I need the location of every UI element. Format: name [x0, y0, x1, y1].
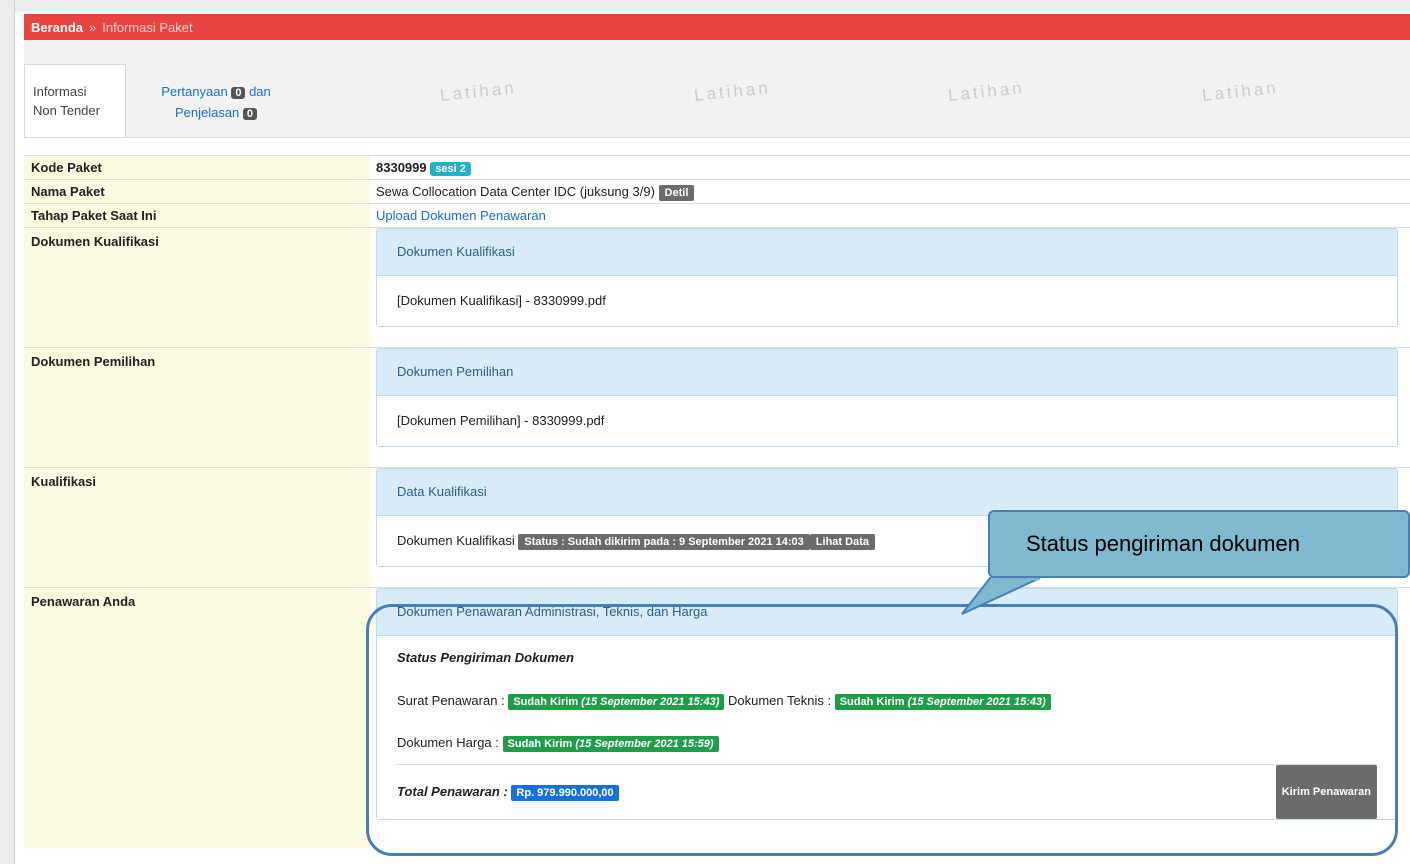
harga-status-time: (15 September 2021 15:59) — [575, 738, 714, 750]
tab-bar: Informasi Non Tender Pertanyaan 0 dan Pe… — [24, 40, 1410, 138]
dokumen-teknis-status-badge: Sudah Kirim (15 September 2021 15:43) — [834, 694, 1051, 710]
total-penawaran-row: Total Penawaran : Rp. 979.990.000,00 Kir… — [397, 764, 1377, 819]
surat-penawaran-status-badge: Sudah Kirim (15 September 2021 15:43) — [508, 694, 725, 710]
breadcrumb-home-link[interactable]: Beranda — [31, 20, 83, 35]
tab-informasi-non-tender[interactable]: Informasi Non Tender — [24, 64, 126, 137]
kualifikasi-label: Kualifikasi — [24, 468, 370, 587]
kode-paket-value-cell: 8330999 sesi 2 — [370, 156, 1410, 179]
dokumen-kualifikasi-panel: Dokumen Kualifikasi [Dokumen Kualifikasi… — [376, 228, 1398, 327]
dokumen-pemilihan-panel: Dokumen Pemilihan [Dokumen Pemilihan] - … — [376, 348, 1398, 447]
explanation-count-badge: 0 — [242, 108, 258, 120]
kualifikasi-item-label: Dokumen Kualifikasi — [397, 533, 515, 548]
surat-status-time: (15 September 2021 15:43) — [581, 696, 720, 708]
nama-paket-label: Nama Paket — [24, 180, 370, 203]
dokumen-pemilihan-cell: Dokumen Pemilihan [Dokumen Pemilihan] - … — [370, 348, 1410, 467]
dokumen-kualifikasi-file-link[interactable]: [Dokumen Kualifikasi] - 8330999.pdf — [377, 276, 1397, 326]
tahap-paket-link[interactable]: Upload Dokumen Penawaran — [376, 208, 546, 223]
dokumen-kualifikasi-cell: Dokumen Kualifikasi [Dokumen Kualifikasi… — [370, 228, 1410, 347]
package-info-table: Kode Paket 8330999 sesi 2 Nama Paket Sew… — [24, 155, 1410, 848]
status-line-1: Surat Penawaran : Sudah Kirim (15 Septem… — [397, 680, 1377, 722]
lihat-data-button[interactable]: Lihat Data — [809, 534, 875, 550]
nama-paket-value: Sewa Collocation Data Center IDC (juksun… — [376, 184, 655, 199]
window-left-frame — [0, 0, 15, 864]
tab-qa-label-2: dan — [249, 84, 271, 99]
penawaran-panel-body: Status Pengiriman Dokumen Surat Penawara… — [377, 636, 1397, 819]
tab-label-line2: Non Tender — [33, 103, 100, 118]
tahap-paket-value-cell: Upload Dokumen Penawaran — [370, 204, 1410, 227]
window-top-frame — [0, 0, 1410, 12]
dokumen-teknis-label: Dokumen Teknis : — [727, 693, 832, 708]
penawaran-anda-label: Penawaran Anda — [24, 588, 370, 848]
dokumen-pemilihan-file-link[interactable]: [Dokumen Pemilihan] - 8330999.pdf — [377, 396, 1397, 446]
kode-paket-label: Kode Paket — [24, 156, 370, 179]
teknis-status-time: (15 September 2021 15:43) — [907, 696, 1046, 708]
row-tahap-paket: Tahap Paket Saat Ini Upload Dokumen Pena… — [24, 203, 1410, 227]
data-kualifikasi-panel-title: Data Kualifikasi — [377, 469, 1397, 516]
row-dokumen-kualifikasi: Dokumen Kualifikasi Dokumen Kualifikasi … — [24, 227, 1410, 347]
callout-text: Status pengiriman dokumen — [1026, 531, 1300, 556]
row-dokumen-pemilihan: Dokumen Pemilihan Dokumen Pemilihan [Dok… — [24, 347, 1410, 467]
status-pengiriman-heading: Status Pengiriman Dokumen — [397, 650, 574, 665]
surat-status-text: Sudah Kirim — [513, 696, 579, 708]
surat-penawaran-label: Surat Penawaran : — [397, 693, 505, 708]
sesi-badge: sesi 2 — [430, 162, 471, 176]
total-penawaran-value: Rp. 979.990.000,00 — [511, 784, 619, 801]
watermark: Latihan — [439, 78, 518, 105]
dokumen-kualifikasi-panel-title: Dokumen Kualifikasi — [377, 229, 1397, 276]
kirim-penawaran-button[interactable]: Kirim Penawaran — [1275, 765, 1377, 819]
detil-button[interactable]: Detil — [658, 185, 695, 201]
dokumen-pemilihan-label: Dokumen Pemilihan — [24, 348, 370, 467]
teknis-status-text: Sudah Kirim — [839, 696, 905, 708]
tab-qa-label-1: Pertanyaan — [161, 84, 228, 99]
dokumen-kualifikasi-label: Dokumen Kualifikasi — [24, 228, 370, 347]
watermark: Latihan — [947, 78, 1026, 105]
row-penawaran-anda: Penawaran Anda Dokumen Penawaran Adminis… — [24, 587, 1410, 848]
penawaran-panel-title: Dokumen Penawaran Administrasi, Teknis, … — [377, 589, 1397, 636]
kode-paket-value: 8330999 — [376, 160, 427, 175]
callout-pointer — [961, 577, 1041, 615]
nama-paket-value-cell: Sewa Collocation Data Center IDC (juksun… — [370, 180, 1410, 203]
breadcrumb: Beranda » Informasi Paket — [24, 14, 1410, 40]
penawaran-panel: Dokumen Penawaran Administrasi, Teknis, … — [376, 588, 1398, 820]
breadcrumb-current: Informasi Paket — [102, 19, 193, 35]
harga-status-text: Sudah Kirim — [507, 738, 573, 750]
row-kode-paket: Kode Paket 8330999 sesi 2 — [24, 155, 1410, 179]
tahap-paket-label: Tahap Paket Saat Ini — [24, 204, 370, 227]
dokumen-harga-label: Dokumen Harga : — [397, 735, 499, 750]
row-nama-paket: Nama Paket Sewa Collocation Data Center … — [24, 179, 1410, 203]
breadcrumb-separator: » — [89, 19, 97, 35]
tab-qa-label-3: Penjelasan — [174, 105, 240, 120]
status-line-2: Dokumen Harga : Sudah Kirim (15 Septembe… — [397, 722, 1377, 764]
tab-label-line1: Informasi — [33, 84, 87, 99]
watermark: Latihan — [693, 78, 772, 105]
tab-pertanyaan-penjelasan[interactable]: Pertanyaan 0 dan Penjelasan 0 — [136, 82, 296, 124]
annotation-callout: Status pengiriman dokumen — [988, 510, 1410, 578]
total-penawaran-label: Total Penawaran : — [397, 783, 508, 799]
dokumen-harga-status-badge: Sudah Kirim (15 September 2021 15:59) — [502, 736, 719, 752]
question-count-badge: 0 — [231, 87, 246, 99]
penawaran-anda-cell: Dokumen Penawaran Administrasi, Teknis, … — [370, 588, 1410, 848]
watermark: Latihan — [1201, 78, 1280, 105]
kualifikasi-status-badge: Status : Sudah dikirim pada : 9 Septembe… — [518, 534, 810, 550]
dokumen-pemilihan-panel-title: Dokumen Pemilihan — [377, 349, 1397, 396]
